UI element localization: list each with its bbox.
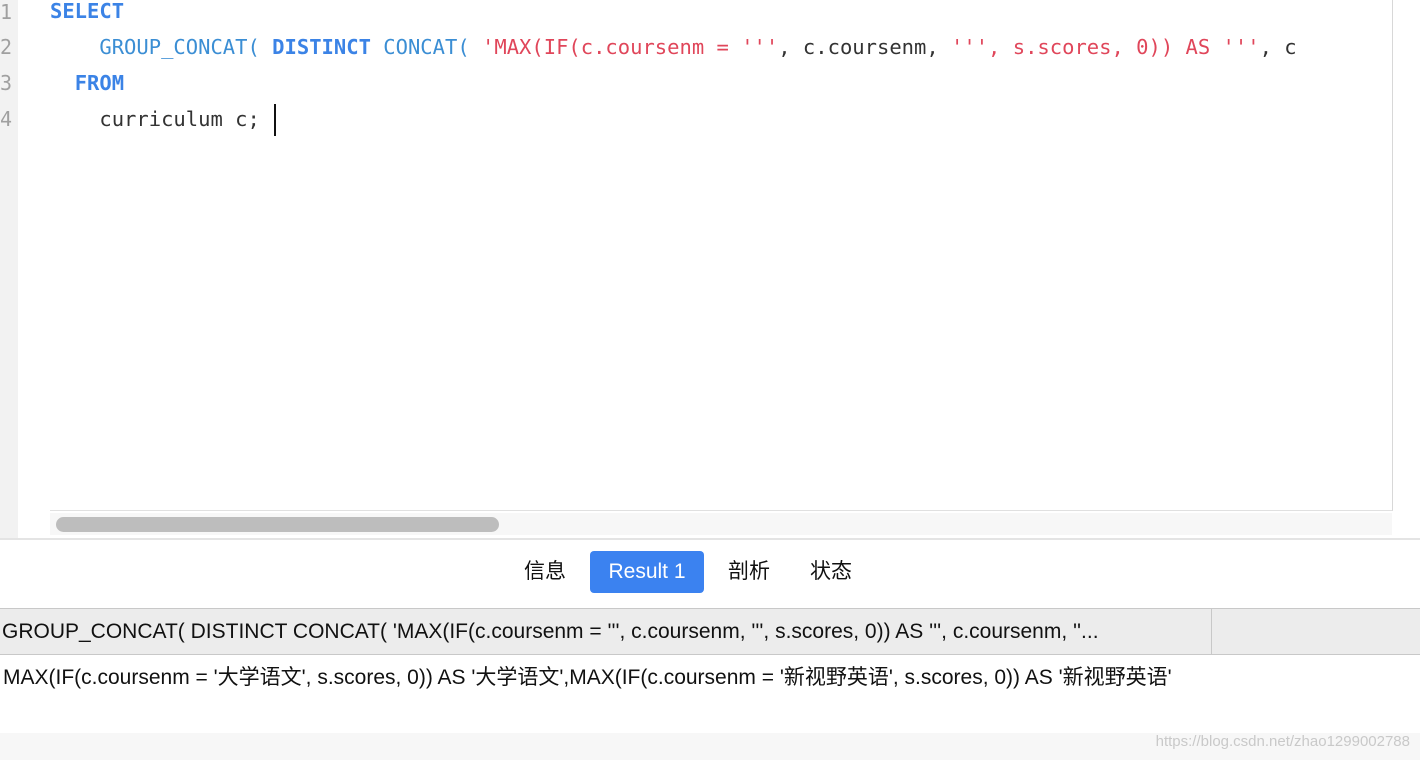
tab-result-1[interactable]: Result 1 — [590, 551, 704, 593]
column-ref: , c.coursenm, — [778, 35, 952, 59]
code-line-2: GROUP_CONCAT( DISTINCT CONCAT( 'MAX(IF(c… — [50, 32, 1297, 62]
keyword-distinct: DISTINCT — [272, 35, 371, 59]
code-line-1: SELECT — [50, 0, 124, 26]
line-number: 4 — [0, 107, 13, 131]
tab-profile[interactable]: 剖析 — [716, 551, 782, 593]
tab-status[interactable]: 状态 — [798, 551, 864, 593]
sql-editor[interactable]: 1 2 3 4 SELECT GROUP_CONCAT( DISTINCT CO… — [0, 0, 1420, 540]
keyword-select: SELECT — [50, 0, 125, 23]
result-tab-bar: 信息 Result 1 剖析 状态 — [0, 540, 1420, 608]
table-cell[interactable]: MAX(IF(c.coursenm = '大学语文', s.scores, 0)… — [0, 655, 1208, 701]
status-footer: https://blog.csdn.net/zhao1299002788 — [0, 733, 1420, 760]
column-header[interactable]: GROUP_CONCAT( DISTINCT CONCAT( 'MAX(IF(c… — [0, 609, 1212, 654]
function-group-concat: GROUP_CONCAT( — [99, 35, 260, 59]
tab-info[interactable]: 信息 — [512, 551, 578, 593]
line-number: 3 — [0, 71, 13, 95]
code-area[interactable]: SELECT GROUP_CONCAT( DISTINCT CONCAT( 'M… — [50, 0, 1393, 511]
watermark: https://blog.csdn.net/zhao1299002788 — [1155, 733, 1410, 750]
horizontal-scrollbar[interactable] — [50, 513, 1392, 535]
text-caret — [273, 104, 276, 136]
string-literal-2: ''', s.scores, 0)) AS ''' — [951, 35, 1260, 59]
code-line-3: FROM — [50, 68, 124, 98]
grid-header: GROUP_CONCAT( DISTINCT CONCAT( 'MAX(IF(c… — [0, 608, 1420, 655]
string-literal-1: 'MAX(IF(c.coursenm = ''' — [482, 35, 779, 59]
keyword-from: FROM — [74, 71, 125, 95]
line-number-gutter: 1 2 3 4 — [0, 0, 18, 540]
line-number: 2 — [0, 35, 13, 59]
function-concat: CONCAT( — [383, 35, 470, 59]
code-line-4: curriculum c; — [50, 104, 276, 136]
scrollbar-thumb[interactable] — [56, 517, 499, 532]
table-ref: curriculum c; — [99, 107, 260, 131]
result-grid: GROUP_CONCAT( DISTINCT CONCAT( 'MAX(IF(c… — [0, 608, 1420, 733]
column-ref-tail: , c — [1259, 35, 1297, 59]
line-number: 1 — [0, 0, 13, 24]
